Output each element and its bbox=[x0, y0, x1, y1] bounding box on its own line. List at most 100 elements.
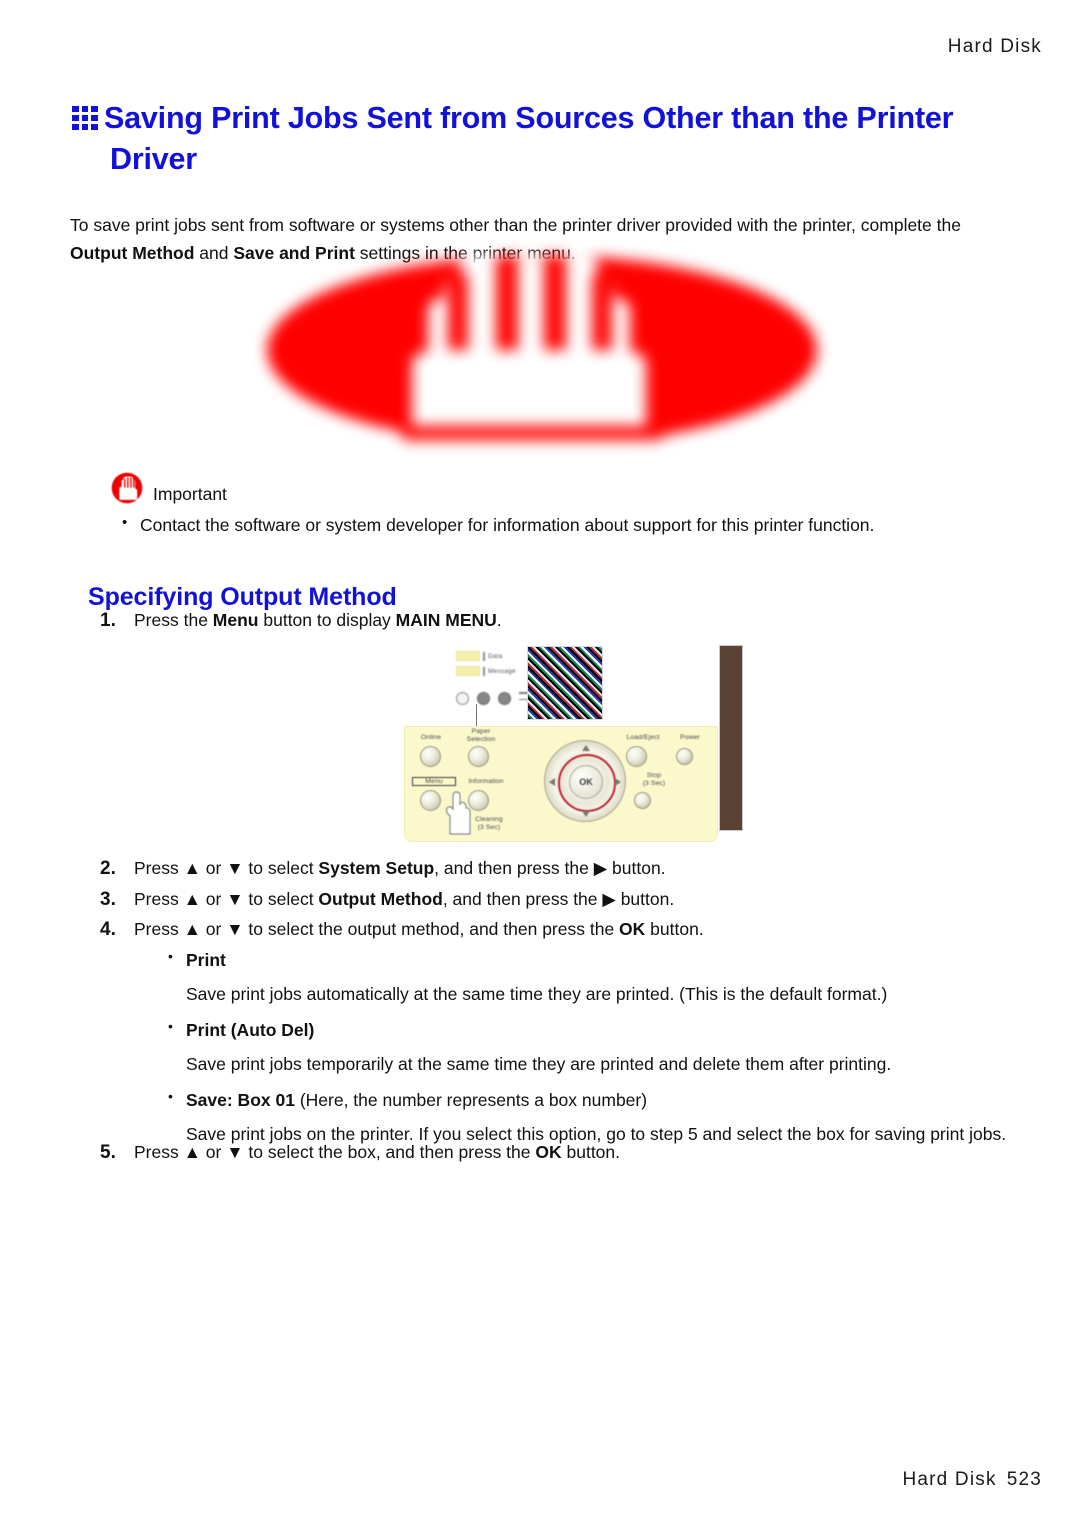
cutter-icon bbox=[498, 692, 511, 706]
running-head: Hard Disk bbox=[947, 36, 1042, 57]
step-2-text-a: Press ▲ or ▼ to select bbox=[134, 857, 319, 878]
ok-button[interactable]: OK bbox=[569, 765, 603, 799]
important-label: Important bbox=[153, 484, 227, 504]
label-menu: Menu bbox=[412, 777, 456, 786]
step-3-bold-output-method: Output Method bbox=[318, 888, 443, 909]
ink-drop-icon bbox=[456, 692, 469, 706]
maintenance-icon bbox=[477, 692, 490, 706]
option-name: Print (Auto Del) bbox=[186, 1020, 315, 1040]
step-1-bold-main-menu: MAIN MENU bbox=[395, 610, 497, 630]
label-paper-line2: Selection bbox=[466, 736, 496, 743]
step-4: 4. Press ▲ or ▼ to select the output met… bbox=[100, 915, 1010, 946]
important-note-block: Important Contact the software or system… bbox=[110, 468, 990, 555]
step-2-bold-system-setup: System Setup bbox=[318, 857, 435, 878]
step-text: Press the Menu button to display MAIN ME… bbox=[134, 606, 1010, 634]
list-item: Contact the software or system developer… bbox=[122, 511, 990, 539]
step-1-bold-menu: Menu bbox=[212, 610, 259, 630]
step-number: 2. bbox=[100, 857, 116, 879]
page-number: 523 bbox=[1006, 1469, 1042, 1490]
step-5-bold-ok: OK bbox=[535, 1142, 562, 1162]
step-number: 4. bbox=[100, 919, 116, 941]
button-load-eject[interactable] bbox=[626, 746, 647, 767]
directional-pad[interactable]: OK bbox=[544, 740, 626, 822]
lamp-bar bbox=[483, 666, 485, 676]
panel-side-bar bbox=[719, 645, 743, 831]
step-number: 1. bbox=[100, 610, 116, 631]
label-online: Online bbox=[420, 734, 442, 741]
arrow-down-icon[interactable] bbox=[581, 811, 590, 817]
lamp-row-data: Data bbox=[456, 650, 536, 662]
step-4-text-b: button. bbox=[645, 919, 704, 940]
arrow-right-icon[interactable] bbox=[615, 777, 621, 786]
lamp-label-data: Data bbox=[488, 652, 503, 660]
step-4-bold-ok: OK bbox=[619, 919, 646, 940]
step-text: Press ▲ or ▼ to select Output Method, an… bbox=[134, 885, 1010, 913]
intro-bold-output-method: Output Method bbox=[70, 242, 195, 263]
step-1-text-c: . bbox=[496, 610, 502, 630]
step-number: 3. bbox=[100, 888, 116, 910]
page-footer: Hard Disk 523 bbox=[902, 1469, 1042, 1491]
option-print-description: Save print jobs automatically at the sam… bbox=[186, 984, 888, 1004]
label-load-eject: Load/Eject bbox=[626, 734, 660, 741]
intro-text-2: and bbox=[194, 242, 234, 263]
step-1-text-b: button to display bbox=[258, 610, 396, 630]
label-information: Information bbox=[468, 778, 504, 785]
pointing-hand-icon bbox=[440, 788, 474, 836]
control-panel-button-area: Online Paper Selection Load/Eject Power … bbox=[404, 726, 718, 842]
status-icon-row bbox=[456, 692, 531, 706]
step-text: Press ▲ or ▼ to select the output method… bbox=[134, 915, 1010, 943]
label-power: Power bbox=[680, 734, 700, 741]
important-header: Important bbox=[110, 468, 990, 508]
button-menu[interactable] bbox=[420, 790, 441, 811]
lamp-chip bbox=[456, 666, 480, 676]
page-title: Saving Print Jobs Sent from Sources Othe… bbox=[72, 98, 1002, 180]
enlarged-hand-graphic-svg bbox=[267, 255, 817, 453]
step-number: 5. bbox=[100, 1142, 116, 1163]
arrow-left-icon[interactable] bbox=[549, 777, 555, 786]
lcd-display bbox=[527, 646, 603, 720]
step-2: 2. Press ▲ or ▼ to select System Setup, … bbox=[100, 854, 1010, 885]
output-method-options: Print Save print jobs automatically at t… bbox=[168, 945, 1008, 1156]
button-power[interactable] bbox=[676, 748, 693, 765]
step-text: Press ▲ or ▼ to select System Setup, and… bbox=[134, 854, 1010, 882]
step-4-text-a: Press ▲ or ▼ to select the output method… bbox=[134, 919, 620, 940]
label-stop-line2: (3 Sec) bbox=[642, 780, 666, 787]
option-print-auto-del-description: Save print jobs temporarily at the same … bbox=[186, 1054, 892, 1074]
option-print-label: Print bbox=[168, 945, 1008, 974]
important-bullet-list: Contact the software or system developer… bbox=[110, 511, 990, 539]
lamp-row-message: Message bbox=[456, 665, 536, 677]
step-1: 1. Press the Menu button to display MAIN… bbox=[100, 606, 1010, 637]
step-5: 5. Press ▲ or ▼ to select the box, and t… bbox=[100, 1138, 1000, 1169]
option-suffix: (Here, the number represents a box numbe… bbox=[294, 1090, 648, 1110]
step-3: 3. Press ▲ or ▼ to select Output Method,… bbox=[100, 885, 1010, 916]
control-panel-upper: Data Message bbox=[398, 642, 748, 831]
grid-3x3-icon bbox=[72, 106, 98, 130]
document-page: Hard Disk Saving Print Jobs Sent from So… bbox=[0, 0, 1080, 1527]
lamp-chip bbox=[456, 651, 480, 661]
lamp-label-message: Message bbox=[488, 667, 516, 675]
label-paper-line1: Paper bbox=[471, 728, 491, 735]
printer-control-panel-illustration: Data Message Online Paper Selection Load… bbox=[398, 642, 748, 844]
page-title-text: Saving Print Jobs Sent from Sources Othe… bbox=[104, 101, 954, 176]
intro-text-1: To save print jobs sent from software or… bbox=[70, 214, 961, 235]
step-5-text-b: button. bbox=[561, 1142, 621, 1162]
lamp-indicators: Data Message bbox=[456, 650, 536, 680]
step-text: Press ▲ or ▼ to select the box, and then… bbox=[134, 1138, 620, 1166]
button-paper-selection[interactable] bbox=[468, 746, 489, 767]
button-online[interactable] bbox=[420, 746, 441, 767]
step-5-text-a: Press ▲ or ▼ to select the box, and then… bbox=[134, 1142, 536, 1162]
arrow-up-icon[interactable] bbox=[581, 745, 590, 751]
step-1-text-a: Press the bbox=[134, 610, 213, 630]
label-stop-line1: Stop bbox=[646, 772, 662, 779]
option-print-auto-del-label: Print (Auto Del) bbox=[168, 1015, 1008, 1044]
option-name: Print bbox=[186, 950, 226, 970]
step-3-text-b: , and then press the ▶ button. bbox=[442, 888, 675, 909]
option-save-box-label: Save: Box 01 (Here, the number represent… bbox=[168, 1085, 1008, 1114]
important-hand-symbol-enlarged bbox=[252, 248, 832, 453]
footer-title: Hard Disk bbox=[902, 1469, 997, 1490]
option-name: Save: Box 01 bbox=[186, 1090, 295, 1110]
lamp-bar bbox=[483, 651, 485, 661]
important-hand-icon bbox=[110, 471, 144, 505]
step-2-text-b: , and then press the ▶ button. bbox=[434, 857, 666, 878]
button-stop[interactable] bbox=[634, 792, 651, 809]
